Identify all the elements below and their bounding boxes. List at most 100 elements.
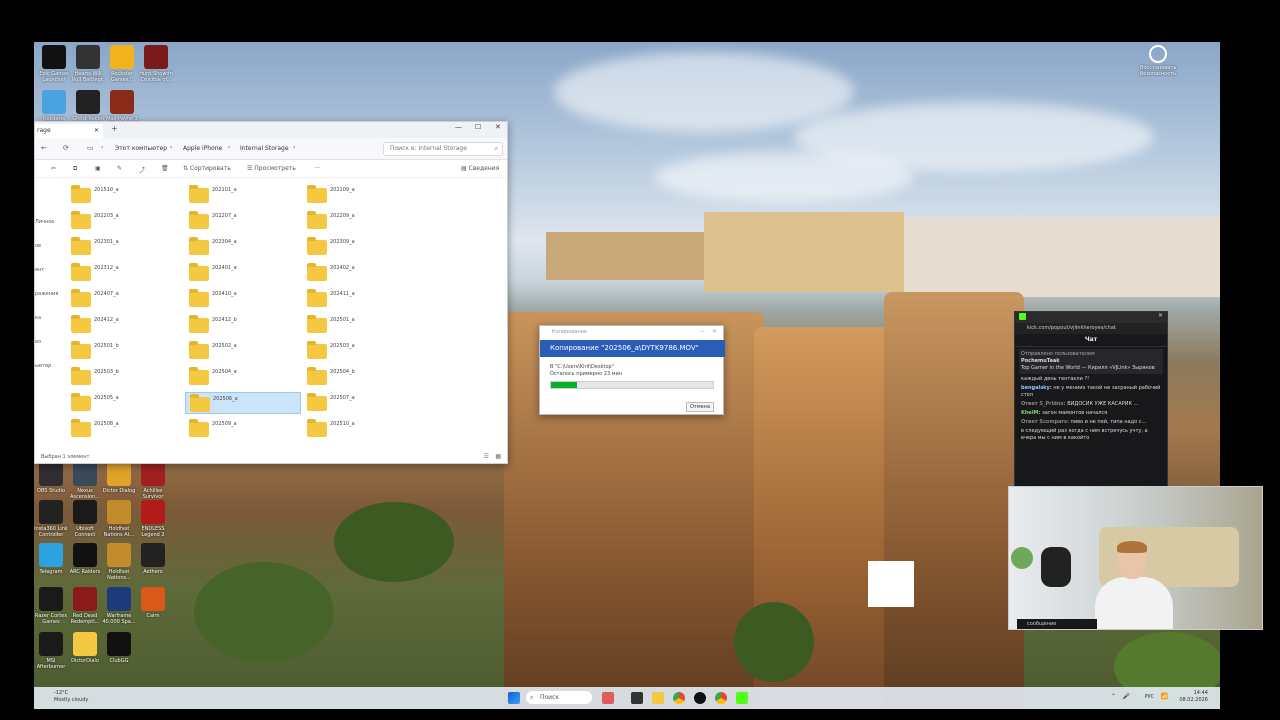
desktop-shortcut[interactable]: DictorDialo [67,632,103,664]
clock[interactable]: 14:44 08.02.2026 [1179,690,1208,704]
start-icon[interactable] [508,692,520,704]
desktop-shortcut[interactable]: Achilles Survivor [135,462,171,500]
sidebar-item[interactable]: ов [35,243,41,249]
folder-item[interactable]: 202411_a [303,288,419,310]
explorer-tab[interactable]: rage ✕ [35,124,103,138]
desktop-shortcut[interactable]: Корзина [36,90,72,122]
folder-item[interactable]: 202506_a [185,392,301,414]
desktop-shortcut[interactable]: Rockstar Games... [104,45,140,83]
folder-item[interactable]: 202309_a [303,236,419,258]
folder-item[interactable]: 202501_b [67,340,183,362]
desktop-shortcut[interactable]: Hunt:Showdn Crucible of... [138,45,174,83]
sidebar-item[interactable]: ка [35,315,41,321]
folder-item[interactable]: 202509_a [185,418,301,440]
details-button[interactable]: ▤ Сведения [461,165,499,172]
tiles-view-icon[interactable]: ▦ [495,453,501,460]
folder-item[interactable]: 202504_b [303,366,419,388]
steam-icon[interactable] [694,692,706,704]
sidebar-item[interactable]: ьютер [35,363,51,369]
cut-icon[interactable]: ✂ [51,165,56,172]
folder-item[interactable]: 202109_a [303,184,419,206]
folder-item[interactable]: 202407_a [67,288,183,310]
breadcrumb-internal-storage[interactable]: Internal Storage [240,145,289,152]
folder-item[interactable]: 201510_a [67,184,183,206]
folder-item[interactable]: 202504_a [185,366,301,388]
back-icon[interactable]: ← [41,144,47,152]
folder-item[interactable]: 202507_a [303,392,419,414]
sidebar-item[interactable]: ражения [35,291,58,297]
desktop-shortcut[interactable]: Aethero [135,543,171,575]
folder-item[interactable]: 202304_a [185,236,301,258]
app-icon[interactable] [602,692,614,704]
share-icon[interactable]: ⤴ [139,165,145,174]
folder-item[interactable]: 202402_a [303,262,419,284]
chrome-icon[interactable] [715,692,727,704]
chat-input[interactable]: сообщение [1017,619,1097,629]
sort-button[interactable]: ⇅ Сортировать [183,165,231,172]
task-view-icon[interactable] [631,692,643,704]
desktop-shortcut[interactable]: Holdfast Nations... [101,543,137,581]
minimize-icon[interactable]: — [455,123,462,131]
file-explorer-icon[interactable] [652,692,664,704]
chrome-icon[interactable] [673,692,685,704]
desktop-shortcut[interactable]: Telegram [33,543,69,575]
folder-item[interactable]: 202410_a [185,288,301,310]
desktop-shortcut[interactable]: OBS Studio [33,462,69,494]
folder-item[interactable]: 202502_a [185,340,301,362]
search-input[interactable]: Поиск в: Internal Storage ⌕ [383,142,503,156]
folder-item[interactable]: 202203_a [67,210,183,232]
delete-icon[interactable]: 🗑 [161,165,169,172]
maximize-icon[interactable]: ☐ [475,123,481,131]
folder-item[interactable]: 202412_a [67,314,183,336]
kick-icon[interactable] [736,692,748,704]
desktop-shortcut[interactable]: Holdfast Nations At... [101,500,137,538]
copy-icon[interactable]: ⧉ [73,165,77,173]
desktop-shortcut[interactable]: Red Dead Redempti... [67,587,103,625]
folder-item[interactable]: 202101_a [185,184,301,206]
desktop-shortcut[interactable]: ClubGG [101,632,137,664]
close-icon[interactable]: ✕ [1158,312,1163,319]
folder-item[interactable]: 202207_a [185,210,301,232]
close-icon[interactable]: ✕ [712,328,717,335]
minimize-icon[interactable]: — [699,328,705,335]
close-icon[interactable]: ✕ [495,123,501,131]
sidebar-item[interactable]: ео [35,339,41,345]
network-icon[interactable]: 📶 [1161,693,1168,700]
folder-item[interactable]: 202503_b [67,366,183,388]
desktop-shortcut[interactable]: Cairn [135,587,171,619]
desktop-shortcut[interactable]: ARC Raiders [67,543,103,575]
desktop-shortcut[interactable]: Hearts Will Roll Battlegr. [70,45,106,83]
desktop-shortcut[interactable]: Razer Cortex Games [33,587,69,625]
chat-url[interactable]: kick.com/popout/vjlinkheroyes/chat [1015,323,1167,334]
folder-item[interactable]: 202510_a [303,418,419,440]
taskbar-search[interactable]: ⌕ Поиск [526,691,592,704]
folder-item[interactable]: 202301_a [67,236,183,258]
details-view-icon[interactable]: ☰ [484,453,489,460]
breadcrumb-this-pc[interactable]: Этот компьютер [115,145,167,152]
desktop-shortcut[interactable]: Epic Games Launcher [36,45,72,83]
folder-item[interactable]: 202401_a [185,262,301,284]
mic-icon[interactable]: 🎤 [1123,693,1130,700]
desktop-shortcut[interactable]: Insta360 Link Controller [33,500,69,538]
folder-item[interactable]: 202412_b [185,314,301,336]
sidebar-item[interactable]: ент [35,267,44,273]
close-tab-icon[interactable]: ✕ [94,124,99,138]
new-tab-icon[interactable]: + [111,124,118,133]
more-button[interactable]: ··· [315,165,321,172]
desktop-shortcut[interactable]: Ubisoft Connect [67,500,103,538]
breadcrumb-iphone[interactable]: Apple iPhone [183,145,222,152]
sidebar-item[interactable]: Личное [35,219,54,225]
desktop-shortcut[interactable]: Warframe 40,000 Spa... [101,587,137,625]
view-button[interactable]: ☰ Просмотреть [247,165,296,172]
language-indicator[interactable]: РУС [1144,694,1154,700]
refresh-icon[interactable]: ⟳ [63,144,69,152]
tray-chevron-icon[interactable]: ⌃ [1111,693,1116,700]
folder-item[interactable]: 202209_a [303,210,419,232]
desktop-shortcut[interactable]: MSI Afterburner [33,632,69,670]
folder-item[interactable]: 202503_a [303,340,419,362]
weather-widget[interactable]: -12°C Mostly cloudy [54,690,88,704]
folder-item[interactable]: 202508_a [67,418,183,440]
folder-item[interactable]: 202505_a [67,392,183,414]
desktop-shortcut[interactable]: Dictor Dialog [101,462,137,494]
rename-icon[interactable]: ✎ [117,165,122,172]
